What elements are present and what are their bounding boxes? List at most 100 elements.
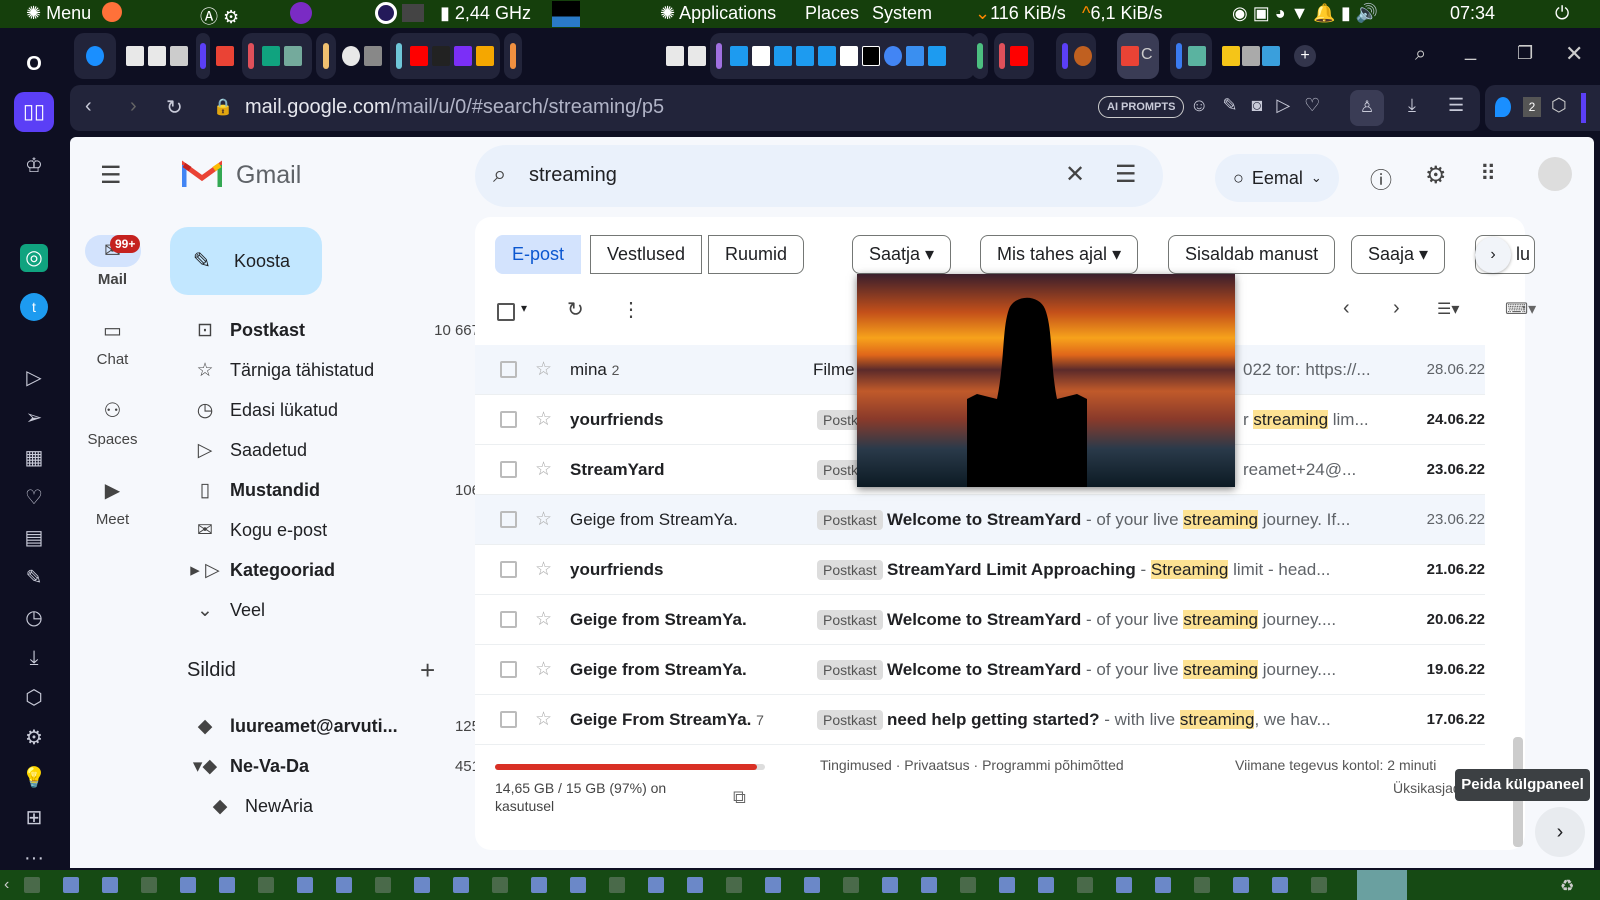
select-all-checkbox[interactable] [497, 303, 515, 321]
download-icon[interactable]: ⤓ [1408, 95, 1416, 116]
extension-badge[interactable]: 2 [1523, 97, 1541, 117]
taskbar-window-icon[interactable] [1233, 877, 1249, 893]
label-chip[interactable]: Postkast [817, 609, 883, 630]
main-menu-icon[interactable]: ☰ [100, 161, 122, 190]
label-chip[interactable]: Postkast [817, 709, 883, 730]
grid-icon[interactable]: ▦ [20, 444, 48, 472]
tab-gmail[interactable] [214, 33, 236, 79]
taskbar-window-icon[interactable] [258, 877, 274, 893]
rail-meet[interactable]: ▶ Meet [70, 475, 155, 528]
details-link[interactable]: Üksikasjad [1393, 780, 1461, 796]
player-icon[interactable]: ▷ [20, 364, 48, 392]
footer-links[interactable]: Tingimused · Privaatsus · Programmi põhi… [820, 757, 1124, 773]
apps-icon[interactable]: ⠿ [1480, 161, 1496, 187]
new-tab-button[interactable]: + [1294, 45, 1316, 67]
tab-group-orange[interactable] [504, 33, 522, 79]
search-icon[interactable]: ⌕ [493, 161, 506, 189]
email-row[interactable]: ☆ Geige from StreamYa. Postkast Welcome to… [475, 495, 1485, 545]
nav-starred[interactable]: ☆ Tärniga tähistatud [180, 353, 480, 387]
easy-setup-icon[interactable]: ☰ [1448, 95, 1464, 116]
opera-icon[interactable] [375, 2, 397, 24]
search-tool-icon[interactable]: Ⓐ ⚙ [200, 3, 239, 29]
taskbar-window-icon[interactable] [1194, 877, 1210, 893]
bulb-icon[interactable]: 💡 [20, 764, 48, 792]
tab-group-media[interactable] [390, 33, 500, 79]
nav-drafts[interactable]: ▯ Mustandid 106 [180, 473, 480, 507]
nav-more[interactable]: ⌄ Veel [180, 593, 480, 627]
vpn-extension-icon[interactable] [1495, 97, 1511, 117]
tab-group-yellow[interactable] [316, 33, 336, 79]
tab-group-blue[interactable] [1056, 33, 1096, 79]
ai-prompts-button[interactable]: AI PROMPTS [1098, 96, 1185, 118]
applications-menu[interactable]: ✺ Applications [660, 3, 776, 24]
taskbar-window-icon[interactable] [180, 877, 196, 893]
url-field[interactable]: mail.google.com/mail/u/0/#search/streami… [245, 96, 664, 119]
row-checkbox[interactable] [500, 661, 517, 678]
taskbar-window-icon[interactable] [1272, 877, 1288, 893]
trash-icon[interactable]: ♻ [1560, 876, 1574, 896]
star-icon[interactable]: ☆ [535, 458, 552, 481]
profile-icon[interactable]: ♙ [1350, 90, 1384, 126]
label-item[interactable]: ◆ luureamet@arvuti... 125 [180, 709, 480, 743]
tray-icons[interactable]: ◉ ▣ ◕ ▼ 🔔 ▮ 🔊 [1232, 3, 1378, 24]
taskbar-window-icon[interactable] [1077, 877, 1093, 893]
tab-group-google[interactable] [526, 33, 736, 79]
star-icon[interactable]: ☆ [535, 708, 552, 731]
restore-button[interactable]: ❐ [1517, 43, 1533, 64]
help-icon[interactable]: ⓘ [1370, 163, 1392, 195]
taskbar-window-icon[interactable] [531, 877, 547, 893]
nav-inbox[interactable]: ⊡ Postkast 10 667 [180, 313, 480, 347]
email-row[interactable]: ☆ Geige from StreamYa. Postkast Welcome to… [475, 645, 1485, 695]
taskbar-active-window[interactable] [1357, 870, 1407, 900]
search-input[interactable]: streaming [529, 164, 617, 187]
clipboard-icon[interactable]: ⊞ [20, 804, 48, 832]
search-options-icon[interactable]: ☰ [1115, 160, 1137, 189]
label-chip[interactable]: Postkast [817, 509, 883, 530]
select-dropdown-icon[interactable]: ▾ [521, 301, 527, 315]
tab-group-pi[interactable] [1170, 33, 1212, 79]
tab-email[interactable]: E-post [495, 235, 582, 274]
taskbar-window-icon[interactable] [414, 877, 430, 893]
keyboard-icon[interactable]: ⌨▾ [1505, 299, 1536, 319]
tab-group-ai[interactable] [242, 33, 312, 79]
density-icon[interactable]: ☰▾ [1437, 299, 1459, 319]
system-menu[interactable]: System [872, 3, 932, 24]
hide-side-panel-button[interactable]: › [1535, 807, 1585, 857]
status-selector[interactable]: ○ Eemal ⌄ [1215, 154, 1339, 202]
forward-button[interactable]: › [130, 95, 137, 118]
row-checkbox[interactable] [500, 611, 517, 628]
terminal-icon[interactable] [402, 4, 424, 22]
filter-from[interactable]: Saatja ▾ [852, 235, 952, 274]
reload-button[interactable]: ↻ [166, 95, 183, 120]
taskbar-window-icon[interactable] [570, 877, 586, 893]
taskbar-window-icon[interactable] [24, 877, 40, 893]
minimize-button[interactable]: _ [1465, 39, 1476, 62]
avatar[interactable] [1538, 157, 1572, 191]
tor-icon[interactable] [290, 2, 312, 24]
tab-group-docs[interactable] [122, 33, 192, 79]
label-chip[interactable]: Postkast [817, 659, 883, 680]
tab-pinned[interactable] [74, 33, 116, 79]
taskbar-window-icon[interactable] [999, 877, 1015, 893]
compose-button[interactable]: ✎ Koosta [170, 227, 322, 295]
tab-conversations[interactable]: Vestlused [590, 235, 703, 274]
toolbar-icons[interactable]: ☺✎◙▷♡ [1190, 95, 1334, 116]
filter-attachment[interactable]: Sisaldab manust [1168, 235, 1336, 274]
power-icon[interactable]: ⏻ [1555, 3, 1569, 24]
tab-group-green[interactable] [972, 33, 988, 79]
taskbar-window-icon[interactable] [921, 877, 937, 893]
row-checkbox[interactable] [500, 361, 517, 378]
tab-group-youtube[interactable] [994, 33, 1034, 79]
tab-globe[interactable] [340, 33, 386, 79]
taskbar-window-icon[interactable] [843, 877, 859, 893]
refresh-icon[interactable]: ↻ [567, 297, 584, 322]
taskbar-window-icon[interactable] [687, 877, 703, 893]
settings-icon[interactable]: ⚙ [1425, 161, 1447, 190]
crown-icon[interactable]: ♔ [20, 152, 48, 180]
filters-scroll-right[interactable]: › [1475, 237, 1511, 273]
label-item[interactable]: ◆ NewAria [195, 789, 480, 823]
star-icon[interactable]: ☆ [535, 658, 552, 681]
email-row[interactable]: ☆ yourfriends Postkast StreamYard Limit Ap… [475, 545, 1485, 595]
star-icon[interactable]: ☆ [535, 408, 552, 431]
menu-button[interactable]: ✺ Menu [26, 3, 91, 24]
